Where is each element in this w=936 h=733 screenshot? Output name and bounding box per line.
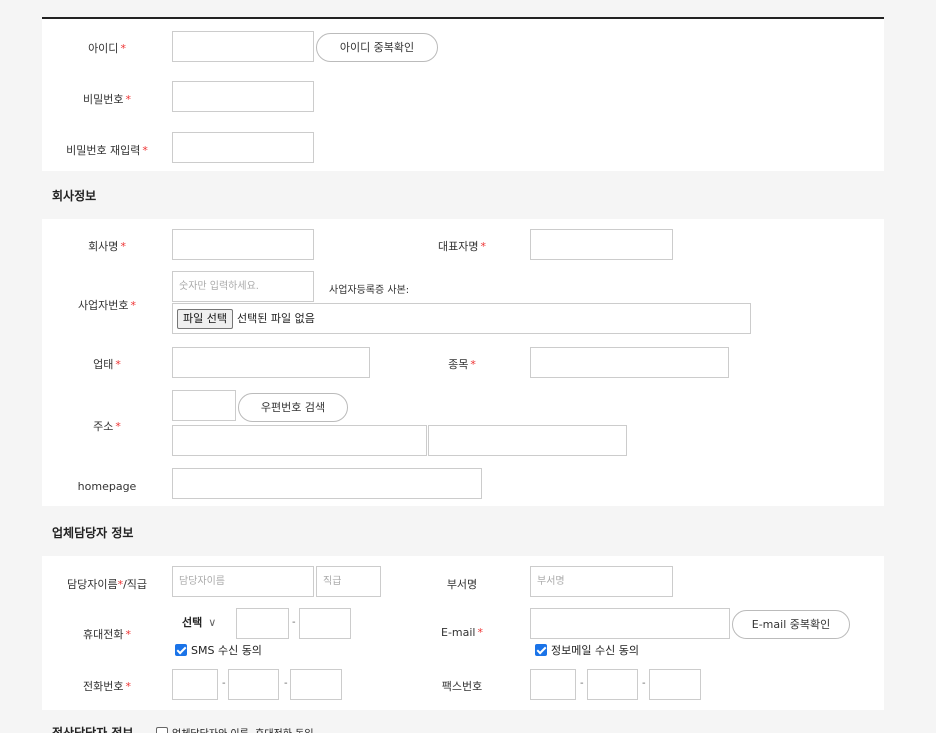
business-type-label: 업태 * [93, 358, 121, 371]
chevron-down-icon: ∨ [208, 616, 217, 629]
id-label: 아이디 * [88, 42, 126, 55]
department-label: 부서명 [446, 578, 478, 591]
file-status: 선택된 파일 없음 [236, 312, 315, 325]
bizno-input[interactable]: 숫자만 입력하세요. [172, 271, 314, 302]
manager-name-label: 담당자이름*/직급 [66, 578, 148, 591]
business-type-input[interactable] [172, 347, 370, 378]
fax-mid-input[interactable] [587, 669, 638, 700]
bizno-label: 사업자번호 * [77, 299, 137, 312]
homepage-label: homepage [77, 480, 137, 493]
business-item-input[interactable] [530, 347, 729, 378]
checkbox-checked-icon [175, 644, 187, 656]
phone-mid-input[interactable] [228, 669, 279, 700]
phone-dash-2: - [284, 678, 288, 689]
phone-area-input[interactable] [172, 669, 218, 700]
business-item-label: 종목 * [448, 358, 476, 371]
ceo-name-input[interactable] [530, 229, 673, 260]
email-check-button[interactable]: E-mail 중복확인 [732, 610, 850, 639]
mobile-mid-input[interactable] [236, 608, 289, 639]
file-select-button[interactable]: 파일 선택 [177, 309, 233, 329]
fax-dash-2: - [642, 678, 646, 689]
manager-name-input[interactable]: 담당자이름 [172, 566, 314, 597]
mail-agree-checkbox[interactable]: 정보메일 수신 동의 [535, 642, 639, 658]
mobile-dash-1: - [292, 617, 296, 628]
mobile-prefix-select[interactable]: 선택 ∨ [172, 608, 235, 639]
phone-dash-1: - [222, 678, 226, 689]
fax-area-input[interactable] [530, 669, 576, 700]
checkbox-unchecked-icon [156, 726, 168, 733]
sms-agree-checkbox[interactable]: SMS 수신 동의 [175, 642, 262, 658]
department-input[interactable]: 부서명 [530, 566, 673, 597]
manager-title-input[interactable]: 직급 [316, 566, 381, 597]
email-label: E-mail * [441, 626, 483, 639]
email-input[interactable] [530, 608, 730, 639]
manager-section-title: 업체담당자 정보 [52, 526, 134, 540]
fax-dash-1: - [580, 678, 584, 689]
id-check-button[interactable]: 아이디 중복확인 [316, 33, 438, 62]
ceo-name-label: 대표자명 * [438, 240, 486, 253]
phone-label: 전화번호 * [83, 680, 131, 693]
address-main-input[interactable] [172, 425, 427, 456]
postcode-input[interactable] [172, 390, 236, 421]
password-confirm-input[interactable] [172, 132, 314, 163]
checkbox-checked-icon [535, 644, 547, 656]
fax-label: 팩스번호 [441, 680, 483, 693]
postcode-search-button[interactable]: 우편번호 검색 [238, 393, 348, 422]
id-input[interactable] [172, 31, 314, 62]
company-section-title: 회사정보 [52, 189, 97, 203]
address-detail-input[interactable] [428, 425, 627, 456]
address-label: 주소 * [93, 420, 121, 433]
company-name-input[interactable] [172, 229, 314, 260]
mobile-label: 휴대전화 * [83, 628, 131, 641]
cert-file-input[interactable]: 파일 선택 선택된 파일 없음 [172, 303, 751, 334]
mobile-last-input[interactable] [299, 608, 351, 639]
settlement-section-title: 정산담당자 정보 [52, 726, 134, 733]
password-input[interactable] [172, 81, 314, 112]
password-label: 비밀번호 * [83, 93, 131, 106]
password-confirm-label: 비밀번호 재입력 * [66, 144, 148, 157]
homepage-input[interactable] [172, 468, 482, 499]
company-name-label: 회사명 * [88, 240, 126, 253]
signup-form: 아이디 * 아이디 중복확인 비밀번호 * 비밀번호 재입력 * 회사정보 회사명 * … [42, 0, 884, 733]
same-as-manager-checkbox[interactable]: 업체담당자와 이름, 휴대전화 동일 [156, 725, 314, 733]
phone-last-input[interactable] [290, 669, 342, 700]
fax-last-input[interactable] [649, 669, 701, 700]
cert-label: 사업자등록증 사본: [329, 285, 410, 296]
